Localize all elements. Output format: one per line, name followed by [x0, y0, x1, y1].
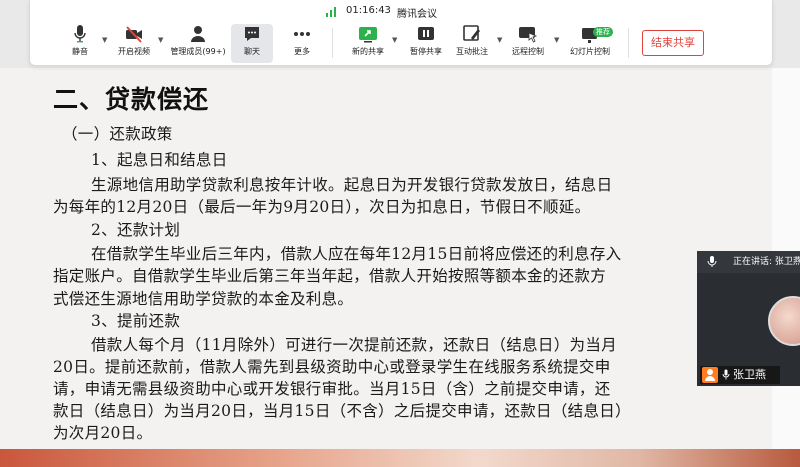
- members-label: 管理成员(99+): [170, 47, 226, 56]
- annotate-pen-icon: [463, 25, 480, 41]
- remote-control-label: 远程控制: [512, 47, 544, 56]
- microphone-icon: [722, 369, 730, 380]
- paragraph-line: 借款人每个月（11月除外）可进行一次提前还款，还款日（结息日）为当月: [91, 336, 617, 354]
- slide-title: 二、贷款偿还: [53, 85, 210, 114]
- more-button[interactable]: 更多: [290, 24, 314, 64]
- remote-control-icon: [519, 27, 538, 43]
- toolbar-divider: [332, 28, 333, 58]
- more-dots-icon: [294, 32, 310, 36]
- paragraph-line: 生源地信用助学贷款利息按年计收。起息日为开发银行贷款发放日，结息日: [91, 176, 613, 194]
- status-bar: 01:16:43 腾讯会议: [30, 4, 774, 20]
- slides-control-label: 幻灯片控制: [570, 47, 610, 56]
- microphone-icon: [74, 25, 86, 43]
- annotate-label: 互动批注: [456, 47, 488, 56]
- shared-slide: 二、贷款偿还 （一）还款政策 1、起息日和结息日 生源地信用助学贷款利息按年计收…: [0, 68, 800, 467]
- paragraph-line: 在借款学生毕业后三年内，借款人应在每年12月15日前将应偿还的利息存入: [91, 245, 622, 263]
- remote-options-caret[interactable]: ▼: [554, 36, 559, 44]
- paragraph-line: 式偿还生源地信用助学贷款的本金及利息。: [53, 290, 354, 308]
- paragraph-line: 款日（结息日）为当月20日，当月15日（不含）之后提交申请，还款日（结息日）: [53, 402, 631, 420]
- paragraph-line: 为次月20日。: [53, 424, 153, 442]
- paragraph-line: 为每年的12月20日（最后一年为9月20日），次日为扣息日，节假日不顺延。: [53, 198, 591, 216]
- remote-control-button[interactable]: 远程控制: [509, 24, 547, 64]
- pause-icon: [418, 27, 434, 40]
- members-icon: [191, 26, 205, 42]
- chat-label: 聊天: [244, 47, 260, 56]
- manage-members-button[interactable]: 管理成员(99+): [169, 24, 227, 64]
- section-heading: （一）还款政策: [62, 125, 173, 143]
- share-screen-icon: [359, 27, 377, 43]
- slide-decoration: [0, 449, 800, 467]
- mute-options-caret[interactable]: ▼: [102, 36, 107, 44]
- chat-button[interactable]: 聊天: [236, 24, 268, 64]
- end-share-button[interactable]: 结束共享: [642, 30, 704, 56]
- recommend-badge: 推荐: [593, 27, 613, 37]
- speaker-name-tag: 张卫燕: [700, 366, 780, 384]
- video-options-caret[interactable]: ▼: [158, 36, 163, 44]
- meeting-toolbar: 01:16:43 腾讯会议 静音 ▼ 开启视频 ▼ 管理成员(99+) 聊天 更…: [29, 0, 773, 66]
- annotate-button[interactable]: 互动批注: [453, 24, 491, 64]
- video-off-icon: [126, 26, 142, 43]
- chat-icon: [245, 27, 259, 41]
- subheading-3: 3、提前还款: [91, 312, 181, 330]
- share-options-caret[interactable]: ▼: [392, 36, 397, 44]
- start-video-button[interactable]: 开启视频: [116, 24, 152, 64]
- paragraph-line: 20日。提前还款前，借款人需先到县级资助中心或登录学生在线服务系统提交申: [53, 358, 611, 376]
- new-share-button[interactable]: 新的共享: [349, 24, 387, 64]
- host-icon: [702, 367, 718, 383]
- paragraph-line: 指定账户。自借款学生毕业后第三年当年起，借款人开始按照等额本金的还款方: [53, 267, 607, 285]
- paragraph-line: 请，申请无需县级资助中心或开发银行审批。当月15日（含）之前提交申请，还: [53, 380, 611, 398]
- mute-label: 静音: [72, 47, 88, 56]
- video-label: 开启视频: [118, 47, 150, 56]
- toolbar-divider: [628, 28, 629, 58]
- more-label: 更多: [294, 47, 310, 56]
- subheading-2: 2、还款计划: [91, 221, 181, 239]
- annotate-options-caret[interactable]: ▼: [497, 36, 502, 44]
- pause-share-label: 暂停共享: [410, 47, 442, 56]
- meeting-timer: 01:16:43: [346, 5, 391, 16]
- signal-icon: [326, 7, 338, 17]
- app-name: 腾讯会议: [397, 9, 437, 20]
- subheading-1: 1、起息日和结息日: [91, 151, 228, 169]
- pause-share-button[interactable]: 暂停共享: [407, 24, 445, 64]
- speaker-name: 张卫燕: [733, 368, 766, 381]
- speaking-mic-icon: [707, 256, 717, 267]
- mute-button[interactable]: 静音: [67, 24, 93, 64]
- new-share-label: 新的共享: [352, 47, 384, 56]
